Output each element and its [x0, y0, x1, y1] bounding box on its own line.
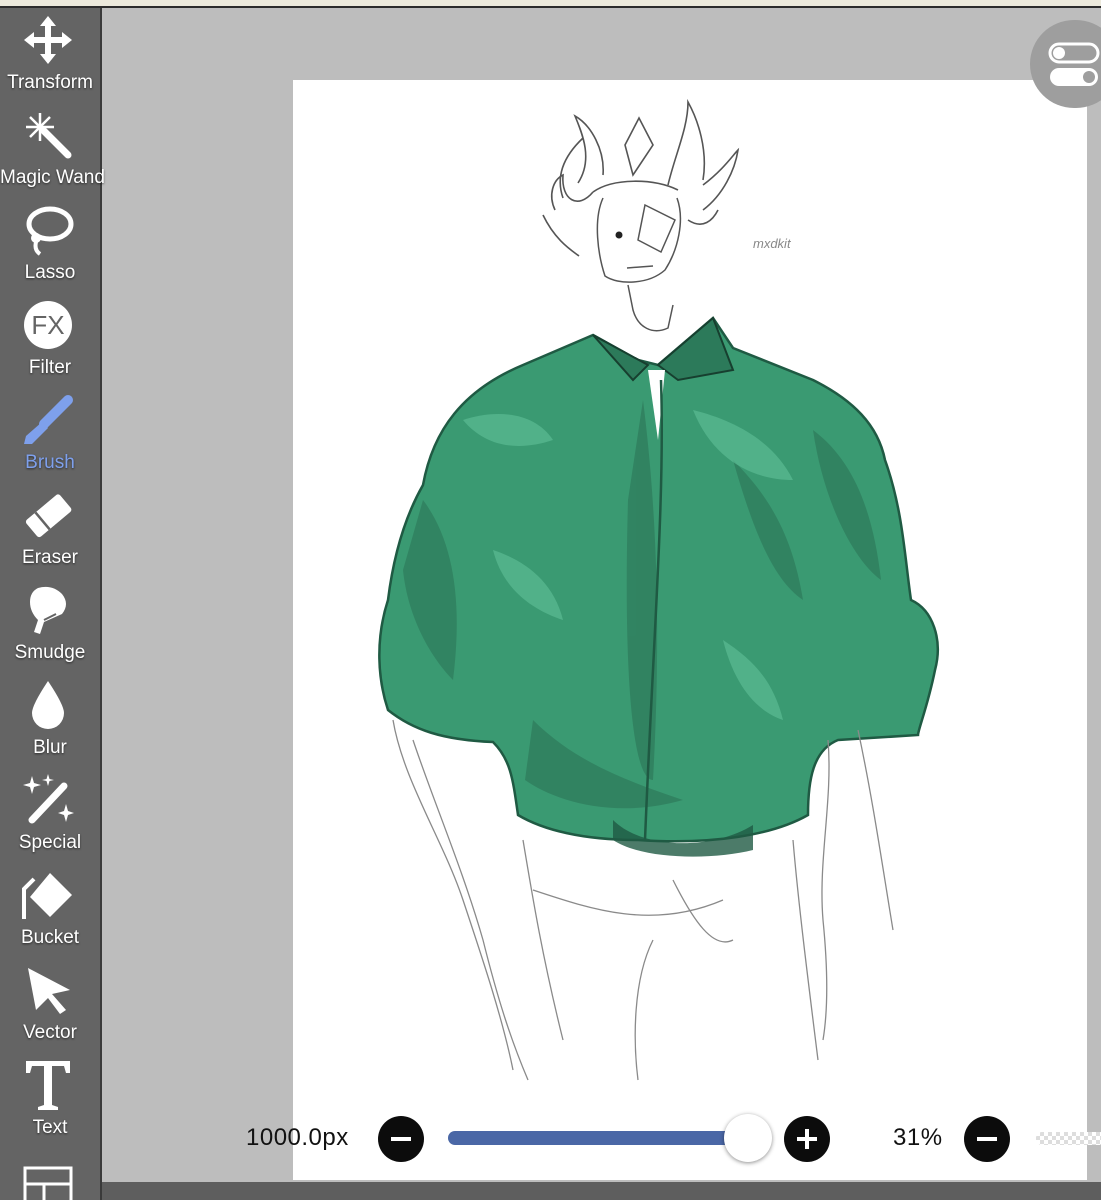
bottom-edge-bar	[102, 1182, 1101, 1200]
artwork-sketch: mxdkit	[378, 98, 939, 1081]
tool-special[interactable]: Special	[0, 768, 100, 863]
finger-smudge-icon	[30, 586, 66, 634]
tool-vector[interactable]: Vector	[0, 958, 100, 1053]
tool-eraser[interactable]: Eraser	[0, 483, 100, 578]
plus-icon	[797, 1129, 817, 1149]
tool-label: Special	[18, 832, 82, 853]
tool-transform[interactable]: Transform	[0, 8, 100, 103]
minus-icon	[977, 1137, 997, 1141]
fx-filter-icon: FX	[24, 301, 72, 349]
paint-bucket-icon	[22, 873, 72, 919]
drawing-canvas[interactable]: mxdkit	[293, 80, 1087, 1180]
increase-size-button[interactable]	[784, 1116, 830, 1162]
brush-size-slider-thumb[interactable]	[724, 1114, 772, 1162]
crown-sketch	[542, 98, 740, 257]
tool-lasso[interactable]: Lasso	[0, 198, 100, 293]
sparkle-pen-icon	[23, 774, 74, 824]
tool-label: Bucket	[20, 927, 80, 948]
tool-label: Transform	[7, 72, 93, 93]
tool-label: Eraser	[22, 547, 78, 568]
tool-brush[interactable]: Brush	[0, 388, 100, 483]
tool-label: Smudge	[14, 642, 86, 663]
fx-icon-text: FX	[31, 310, 64, 340]
pointer-arrow-icon	[28, 968, 70, 1014]
tool-label: Blur	[33, 737, 67, 758]
settings-toggle-button[interactable]	[1030, 20, 1101, 108]
tool-filter[interactable]: FX Filter	[0, 293, 100, 388]
tool-bar: Transform Magic Wand Lasso FX Filter Bru…	[0, 8, 105, 1200]
tool-smudge[interactable]: Smudge	[0, 578, 100, 673]
decrease-size-button[interactable]	[378, 1116, 424, 1162]
artist-signature: mxdkit	[753, 236, 792, 251]
tool-magic-wand[interactable]: Magic Wand	[0, 103, 105, 198]
brush-size-slider[interactable]	[448, 1131, 748, 1145]
tool-label: Brush	[25, 452, 75, 473]
minus-icon	[391, 1137, 411, 1141]
zoom-readout: 31%	[893, 1124, 943, 1151]
magic-wand-icon	[26, 113, 72, 159]
tool-bucket[interactable]: Bucket	[0, 863, 100, 958]
head-sketch	[596, 197, 682, 332]
tool-label: Lasso	[24, 262, 76, 283]
brush-icon	[24, 395, 73, 444]
text-t-icon	[26, 1061, 70, 1110]
eraser-icon	[25, 494, 72, 538]
tool-label: Text	[32, 1117, 68, 1138]
tool-label: Magic Wand	[0, 167, 105, 188]
tool-frame-partial[interactable]	[0, 1148, 100, 1200]
eye-mark	[615, 231, 623, 239]
opacity-slider[interactable]	[1036, 1132, 1101, 1145]
collar-right	[656, 316, 735, 382]
tool-blur[interactable]: Blur	[0, 673, 100, 768]
lasso-icon	[26, 206, 74, 256]
brush-size-readout: 1000.0px	[246, 1124, 349, 1151]
tool-label: Filter	[28, 357, 72, 378]
frame-divider-icon	[23, 1166, 73, 1200]
tool-text[interactable]: Text	[0, 1053, 100, 1148]
water-drop-icon	[32, 681, 64, 729]
toggle-switches-icon	[1048, 42, 1100, 86]
move-arrows-icon	[24, 16, 72, 64]
decrease-opacity-button[interactable]	[964, 1116, 1010, 1162]
window-top-edge	[0, 0, 1101, 8]
tool-label: Vector	[23, 1022, 77, 1043]
